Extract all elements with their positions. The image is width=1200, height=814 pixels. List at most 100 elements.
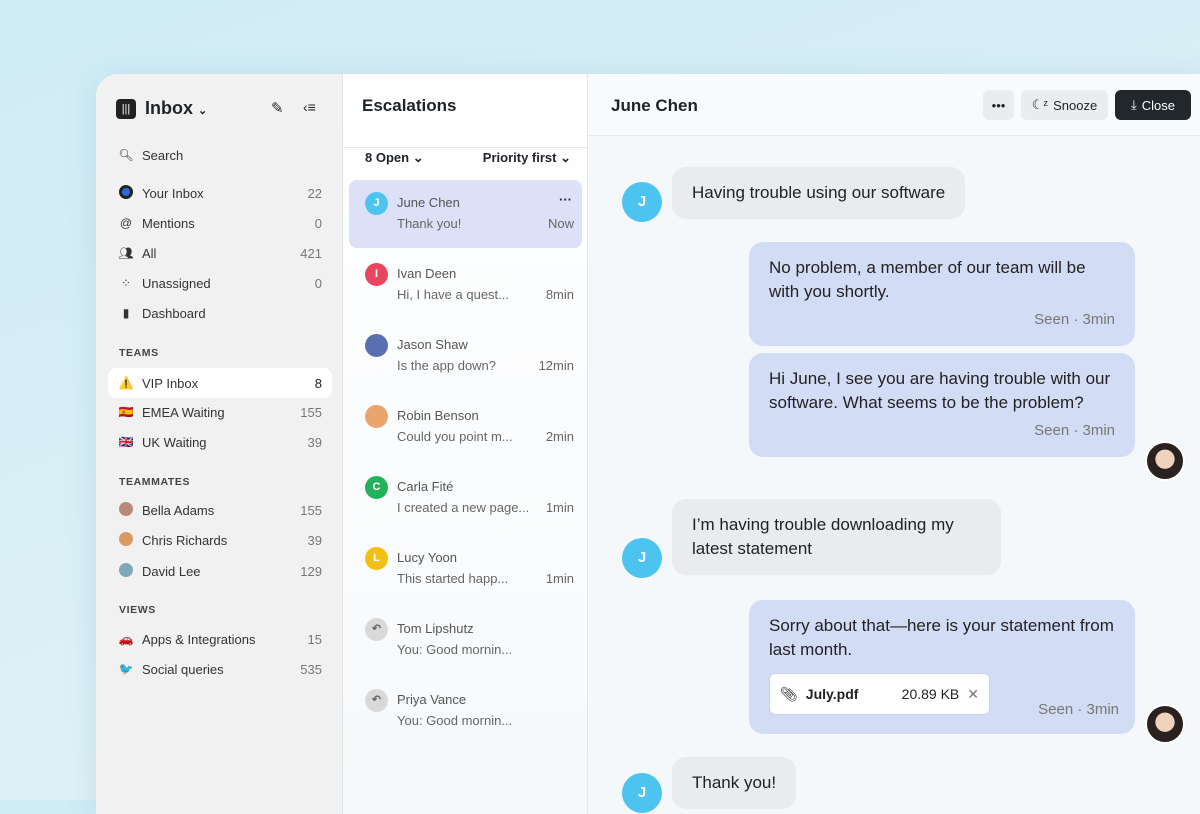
conversation-menu-icon[interactable]: ··· xyxy=(559,192,572,207)
sidebar-item-emea-waiting[interactable]: 🇪🇸 EMEA Waiting 155 xyxy=(108,397,332,427)
sidebar-item-uk-waiting[interactable]: 🇬🇧 UK Waiting 39 xyxy=(108,427,332,457)
conversation-item[interactable]: I Ivan Deen Hi, I have a quest... 8min xyxy=(349,251,582,319)
conversation-item[interactable]: ↶ Tom Lipshutz You: Good mornin... xyxy=(349,606,582,674)
item-count: 8 xyxy=(314,375,322,391)
contact-name: Ivan Deen xyxy=(397,266,457,281)
compose-icon[interactable]: ✎ xyxy=(271,99,284,117)
sidebar-item-vip-inbox[interactable]: ⚠️ VIP Inbox 8 xyxy=(108,368,332,398)
contact-avatar: L xyxy=(365,547,388,570)
message-time: 1min xyxy=(545,571,574,586)
sidebar-item-david-lee[interactable]: David Lee 129 xyxy=(108,556,332,586)
sidebar-item-unassigned[interactable]: ⁘ Unassigned 0 xyxy=(108,268,332,298)
close-label: Close xyxy=(1141,97,1175,113)
sidebar-item-all[interactable]: 👥︎ All 421 xyxy=(108,238,332,268)
bar-chart-icon: ▮ xyxy=(122,306,130,320)
item-label: All xyxy=(142,245,157,261)
message-status: Seen · 3min xyxy=(1034,311,1115,328)
sidebar-item-apps-integrations[interactable]: 🚗 Apps & Integrations 15 xyxy=(108,624,332,654)
item-label: UK Waiting xyxy=(142,434,207,450)
at-icon: @ xyxy=(119,216,133,230)
sidebar-item-dashboard[interactable]: ▮ Dashboard xyxy=(108,298,332,328)
search-button[interactable]: 🔍︎ Search xyxy=(108,140,332,170)
conversation-item[interactable]: J June Chen Thank you! Now ··· xyxy=(349,180,582,248)
message-customer: Having trouble using our software xyxy=(672,167,966,219)
message-status: Seen · 3min xyxy=(1038,701,1119,718)
item-label: Bella Adams xyxy=(142,502,215,518)
sort-label: Priority first xyxy=(482,150,557,165)
message-text: Hi June, I see you are having trouble wi… xyxy=(769,369,1111,412)
app-window: ||| Inbox ⌄ ✎ ‹≡ 🔍︎ Search Your Inbox 22 @… xyxy=(96,74,1200,814)
agent-avatar xyxy=(1145,441,1185,481)
conversation-item[interactable]: Robin Benson Could you point m... 2min xyxy=(349,393,582,461)
message-preview: Thank you! xyxy=(397,216,462,231)
inbox-title: Inbox xyxy=(145,98,193,118)
message-text: No problem, a member of our team will be… xyxy=(769,258,1086,301)
item-label: David Lee xyxy=(142,563,201,579)
snooze-button[interactable]: ☾ᶻ Snooze xyxy=(1021,90,1108,120)
inbox-switcher[interactable]: Inbox ⌄ xyxy=(145,98,207,119)
contact-avatar: I xyxy=(365,263,388,286)
contact-name: Priya Vance xyxy=(397,692,467,707)
message-text: I’m having trouble downloading my latest… xyxy=(692,515,954,558)
avatar xyxy=(118,501,134,519)
search-icon: 🔍︎ xyxy=(118,148,134,162)
message-customer: I’m having trouble downloading my latest… xyxy=(672,499,1001,575)
item-count: 15 xyxy=(307,631,322,647)
item-label: EMEA Waiting xyxy=(142,404,225,420)
item-label: Dashboard xyxy=(142,305,206,321)
search-label: Search xyxy=(142,147,184,163)
message-preview: Could you point m... xyxy=(397,429,513,444)
item-label: Chris Richards xyxy=(142,532,228,548)
chevron-down-icon: ⌄ xyxy=(198,105,208,117)
spain-flag-icon: 🇪🇸 xyxy=(118,405,134,419)
avatar xyxy=(118,562,134,580)
sort-dropdown[interactable]: Priority first ⌄ xyxy=(483,150,571,166)
conversation-list: Escalations 8 Open ⌄ Priority first ⌄ J … xyxy=(343,74,588,814)
unassigned-icon: ⁘ xyxy=(120,276,132,290)
sidebar-item-mentions[interactable]: @ Mentions 0 xyxy=(108,208,332,238)
item-count: 155 xyxy=(300,404,322,420)
teammates-heading: TEAMMATES xyxy=(119,476,191,488)
item-count: 22 xyxy=(307,185,322,201)
teams-heading: TEAMS xyxy=(119,347,159,359)
customer-avatar: J xyxy=(622,773,662,813)
conversation-item[interactable]: C Carla Fité I created a new page... 1mi… xyxy=(349,464,582,532)
item-label: Apps & Integrations xyxy=(142,631,256,647)
collapse-sidebar-icon[interactable]: ‹≡ xyxy=(303,99,316,115)
warning-icon: ⚠️ xyxy=(118,376,134,390)
message-text: Thank you! xyxy=(692,773,777,792)
user-avatar-icon xyxy=(118,184,134,202)
attachment-size: 20.89 KB xyxy=(901,686,960,702)
message-text: Sorry about that—here is your statement … xyxy=(769,616,1114,659)
remove-attachment-icon[interactable]: ✕ xyxy=(967,682,979,706)
snooze-icon: ☾ᶻ xyxy=(1031,97,1049,112)
sidebar-item-bella-adams[interactable]: Bella Adams 155 xyxy=(108,495,332,525)
status-filter-dropdown[interactable]: 8 Open ⌄ xyxy=(365,150,424,166)
message-preview: You: Good mornin... xyxy=(397,713,513,728)
contact-avatar: ↶ xyxy=(365,689,388,712)
message-agent: Sorry about that—here is your statement … xyxy=(749,600,1135,734)
conversation-item[interactable]: ↶ Priya Vance You: Good mornin... xyxy=(349,677,582,745)
message-preview: Hi, I have a quest... xyxy=(397,287,510,302)
bird-icon: 🐦 xyxy=(118,662,134,676)
message-status: Seen · 3min xyxy=(1034,422,1115,439)
conversation-item[interactable]: Jason Shaw Is the app down? 12min xyxy=(349,322,582,390)
attachment-name: July.pdf xyxy=(805,686,859,702)
close-button[interactable]: ⤓ Close xyxy=(1115,90,1191,120)
sidebar-item-social-queries[interactable]: 🐦 Social queries 535 xyxy=(108,654,332,684)
more-options-button[interactable]: ••• xyxy=(983,90,1014,120)
sidebar-item-chris-richards[interactable]: Chris Richards 39 xyxy=(108,525,332,555)
item-count: 535 xyxy=(300,661,322,677)
conversation-item[interactable]: L Lucy Yoon This started happ... 1min xyxy=(349,535,582,603)
divider xyxy=(343,147,587,148)
attachment-chip[interactable]: 📎︎ July.pdf 20.89 KB ✕ xyxy=(769,673,990,715)
message-time: 8min xyxy=(545,287,574,302)
item-count: 39 xyxy=(307,434,322,450)
close-download-icon: ⤓ xyxy=(1131,97,1137,112)
customer-avatar: J xyxy=(622,538,662,578)
contact-avatar: ↶ xyxy=(365,618,388,641)
contact-avatar xyxy=(365,405,388,428)
sidebar-item-your-inbox[interactable]: Your Inbox 22 xyxy=(108,178,332,208)
item-count: 155 xyxy=(300,502,322,518)
contact-name: Jason Shaw xyxy=(397,337,468,352)
